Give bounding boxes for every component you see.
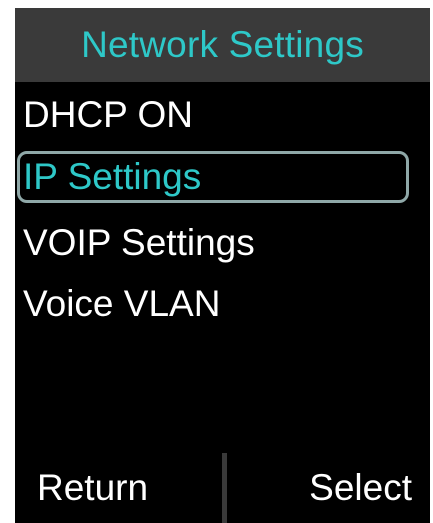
menu-item-label: VOIP Settings (23, 222, 255, 263)
return-softkey[interactable]: Return (15, 453, 222, 523)
menu-item-label: DHCP ON (23, 94, 193, 135)
return-softkey-label: Return (37, 467, 149, 508)
page-title: Network Settings (81, 24, 364, 65)
menu-item-voice-vlan[interactable]: Voice VLAN (15, 273, 430, 335)
menu-item-voip-settings[interactable]: VOIP Settings (15, 212, 430, 274)
phone-screen: Network Settings DHCP ON IP Settings VOI… (15, 8, 430, 523)
select-softkey-label: Select (309, 467, 412, 508)
menu-item-dhcp[interactable]: DHCP ON (15, 84, 430, 146)
softkey-bar: Return Select (15, 453, 430, 523)
title-bar: Network Settings (15, 8, 430, 82)
menu-item-label: IP Settings (23, 156, 202, 197)
select-softkey[interactable]: Select (227, 453, 430, 523)
menu-item-label: Voice VLAN (23, 283, 221, 324)
menu-item-ip-settings[interactable]: IP Settings (15, 146, 430, 208)
